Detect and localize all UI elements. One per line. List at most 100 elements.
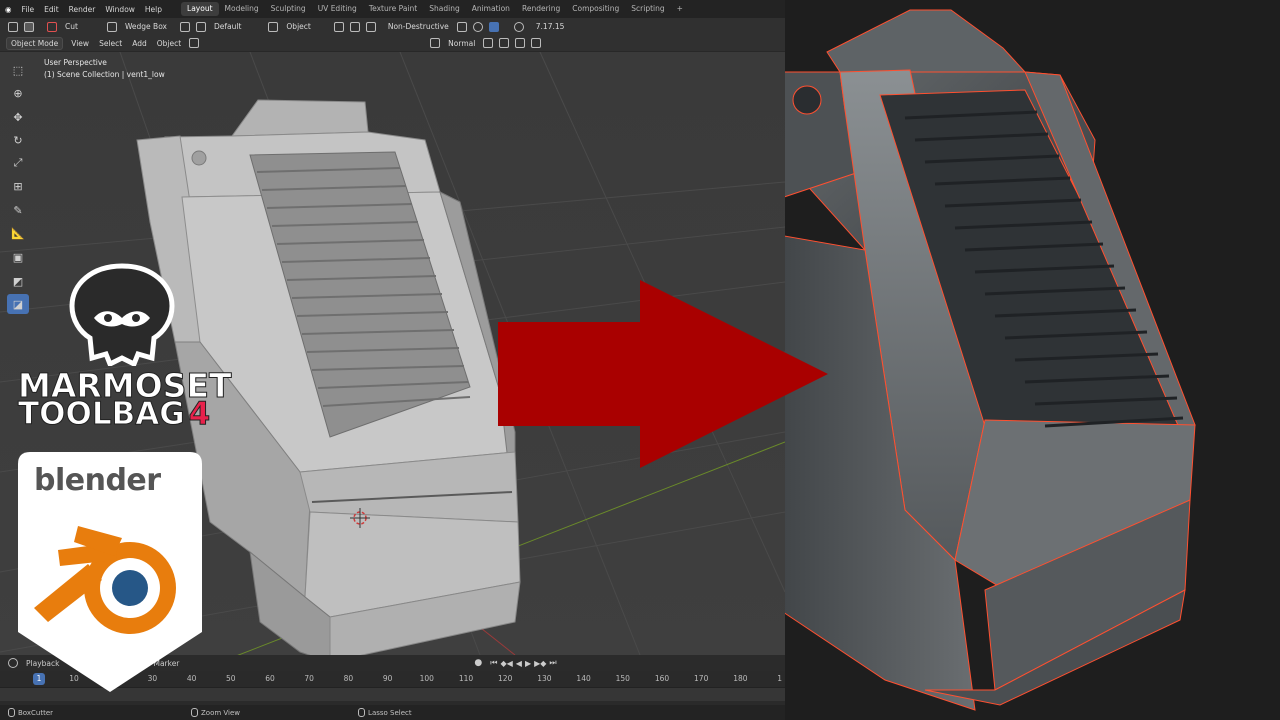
cursor-tool-icon[interactable]: ⊕ [7, 83, 29, 103]
frame-tick-10: 110 [458, 674, 474, 683]
boxcutter-tool-icon[interactable] [24, 21, 34, 32]
tab-layout[interactable]: Layout [181, 2, 219, 16]
red-arrow-icon [498, 280, 828, 468]
play-icon[interactable]: ▶ [525, 659, 531, 668]
frame-tick-12: 130 [537, 674, 552, 683]
menu-edit[interactable]: Edit [39, 5, 64, 14]
measure-tool-icon[interactable]: 📐 [7, 223, 29, 243]
frame-tick-11: 120 [498, 674, 513, 683]
mouse-left-icon [8, 708, 15, 717]
object-mode-extra-icon[interactable] [189, 38, 200, 48]
status-bar: BoxCutter Zoom View Lasso Select [0, 705, 785, 720]
blender-logo-icon[interactable]: ◉ [0, 5, 17, 14]
viewport-info: User Perspective (1) Scene Collection | … [44, 57, 165, 81]
timeline-editor-icon[interactable] [8, 658, 18, 668]
rotate-tool-icon[interactable]: ↻ [7, 130, 29, 150]
object-dropdown[interactable]: Object [281, 20, 315, 33]
tab-rendering[interactable]: Rendering [516, 2, 566, 16]
solid-icon[interactable] [365, 21, 376, 32]
snap-icon[interactable] [180, 21, 190, 32]
mouse-middle-icon [191, 708, 199, 717]
status-boxcutter: BoxCutter [18, 708, 54, 717]
grid-icon[interactable] [196, 21, 206, 32]
nondestructive-dropdown[interactable]: Non-Destructive [383, 20, 454, 33]
transform-orientation-icon [430, 38, 441, 48]
tab-compositing[interactable]: Compositing [566, 2, 625, 16]
download-icon[interactable] [456, 21, 467, 32]
scale-tool-icon[interactable]: ⤢ [7, 153, 29, 173]
frame-tick-13: 140 [576, 674, 591, 683]
toolbag-text: TOOLBAG [18, 396, 186, 433]
frame-tick-14: 150 [615, 674, 630, 683]
boxcutter-active-icon[interactable]: ◪ [7, 294, 29, 314]
play-reverse-icon[interactable]: ◀ [516, 659, 522, 668]
viewport-header: Object Mode View Select Add Object Norma… [0, 35, 785, 52]
shape-dropdown[interactable]: Wedge Box [120, 20, 172, 33]
marmoset-skull-icon [69, 263, 175, 366]
cut-icon [47, 21, 57, 32]
tab-modeling[interactable]: Modeling [219, 2, 265, 16]
frame-tick-15: 160 [654, 674, 670, 683]
move-tool-icon[interactable]: ✥ [7, 107, 29, 127]
help-icon[interactable] [513, 21, 524, 32]
default-dropdown[interactable]: Default [209, 20, 246, 33]
jump-start-icon[interactable]: ⏮ [490, 658, 497, 668]
frame-tick-18: 1 [777, 674, 782, 683]
transform-tool-icon[interactable]: ⊞ [7, 176, 29, 196]
menu-select[interactable]: Select [94, 37, 127, 50]
collection-label: (1) Scene Collection | vent1_low [44, 70, 165, 79]
toolbag-version: 4 [188, 396, 211, 433]
screen: ◉ File Edit Render Window Help Layout Mo… [0, 0, 1280, 720]
orientation-dropdown[interactable]: Normal [443, 37, 480, 50]
pivot-icon[interactable] [483, 38, 494, 48]
menu-window[interactable]: Window [100, 5, 140, 14]
frame-tick-7: 80 [343, 674, 354, 683]
tab-scripting[interactable]: Scripting [625, 2, 670, 16]
menu-file[interactable]: File [17, 5, 40, 14]
select-box-tool-icon[interactable]: ⬚ [7, 60, 29, 80]
proportional-icon[interactable] [515, 38, 526, 48]
falloff-icon[interactable] [531, 38, 542, 48]
tab-uv-editing[interactable]: UV Editing [312, 2, 363, 16]
boxcutter-icon[interactable]: ◩ [7, 271, 29, 291]
blender-wordmark: blender [34, 463, 161, 498]
wire-icon[interactable] [333, 21, 344, 32]
tab-animation[interactable]: Animation [466, 2, 516, 16]
menu-add[interactable]: Add [127, 37, 152, 50]
object-icon [268, 21, 279, 32]
jump-end-icon[interactable]: ⏭ [549, 658, 556, 668]
tool-header: Cut Wedge Box Default Object Non-Destruc… [0, 18, 785, 35]
tab-shading[interactable]: Shading [423, 2, 465, 16]
marmoset-render-panel [785, 0, 1280, 720]
tool-shelf: ⬚ ⊕ ✥ ↻ ⤢ ⊞ ✎ 📐 ▣ ◩ ◪ [7, 60, 31, 317]
frame-tick-4: 50 [226, 674, 236, 683]
menu-view[interactable]: View [66, 37, 94, 50]
menu-object[interactable]: Object [152, 37, 186, 50]
record-icon[interactable]: ● [474, 658, 482, 668]
frame-tick-6: 70 [304, 674, 314, 683]
box-shape-icon [106, 21, 117, 32]
tab-sculpting[interactable]: Sculpting [265, 2, 312, 16]
frame-tick-16: 170 [694, 674, 709, 683]
snapping-icon[interactable] [499, 38, 510, 48]
version-label: 7.17.15 [535, 22, 565, 31]
next-key-icon[interactable]: ▶◆ [534, 659, 546, 668]
cut-dropdown[interactable]: Cut [60, 20, 83, 33]
prev-key-icon[interactable]: ◆◀ [500, 659, 512, 668]
frame-tick-8: 90 [382, 674, 393, 683]
frame-tick-17: 180 [733, 674, 748, 683]
display-icon[interactable] [349, 21, 360, 32]
gear-icon[interactable] [472, 21, 483, 32]
frame-tick-5: 60 [265, 674, 275, 683]
add-workspace-button[interactable]: + [671, 2, 689, 16]
pause-icon[interactable] [488, 21, 499, 32]
tab-texture-paint[interactable]: Texture Paint [363, 2, 423, 16]
menu-render[interactable]: Render [64, 5, 101, 14]
editor-type-icon[interactable] [8, 21, 18, 32]
mouse-right-icon [358, 708, 366, 717]
menu-help[interactable]: Help [140, 5, 167, 14]
add-cube-tool-icon[interactable]: ▣ [7, 247, 29, 267]
object-mode-dropdown[interactable]: Object Mode [6, 36, 64, 50]
frame-tick-9: 100 [419, 674, 434, 683]
annotate-tool-icon[interactable]: ✎ [7, 200, 29, 220]
